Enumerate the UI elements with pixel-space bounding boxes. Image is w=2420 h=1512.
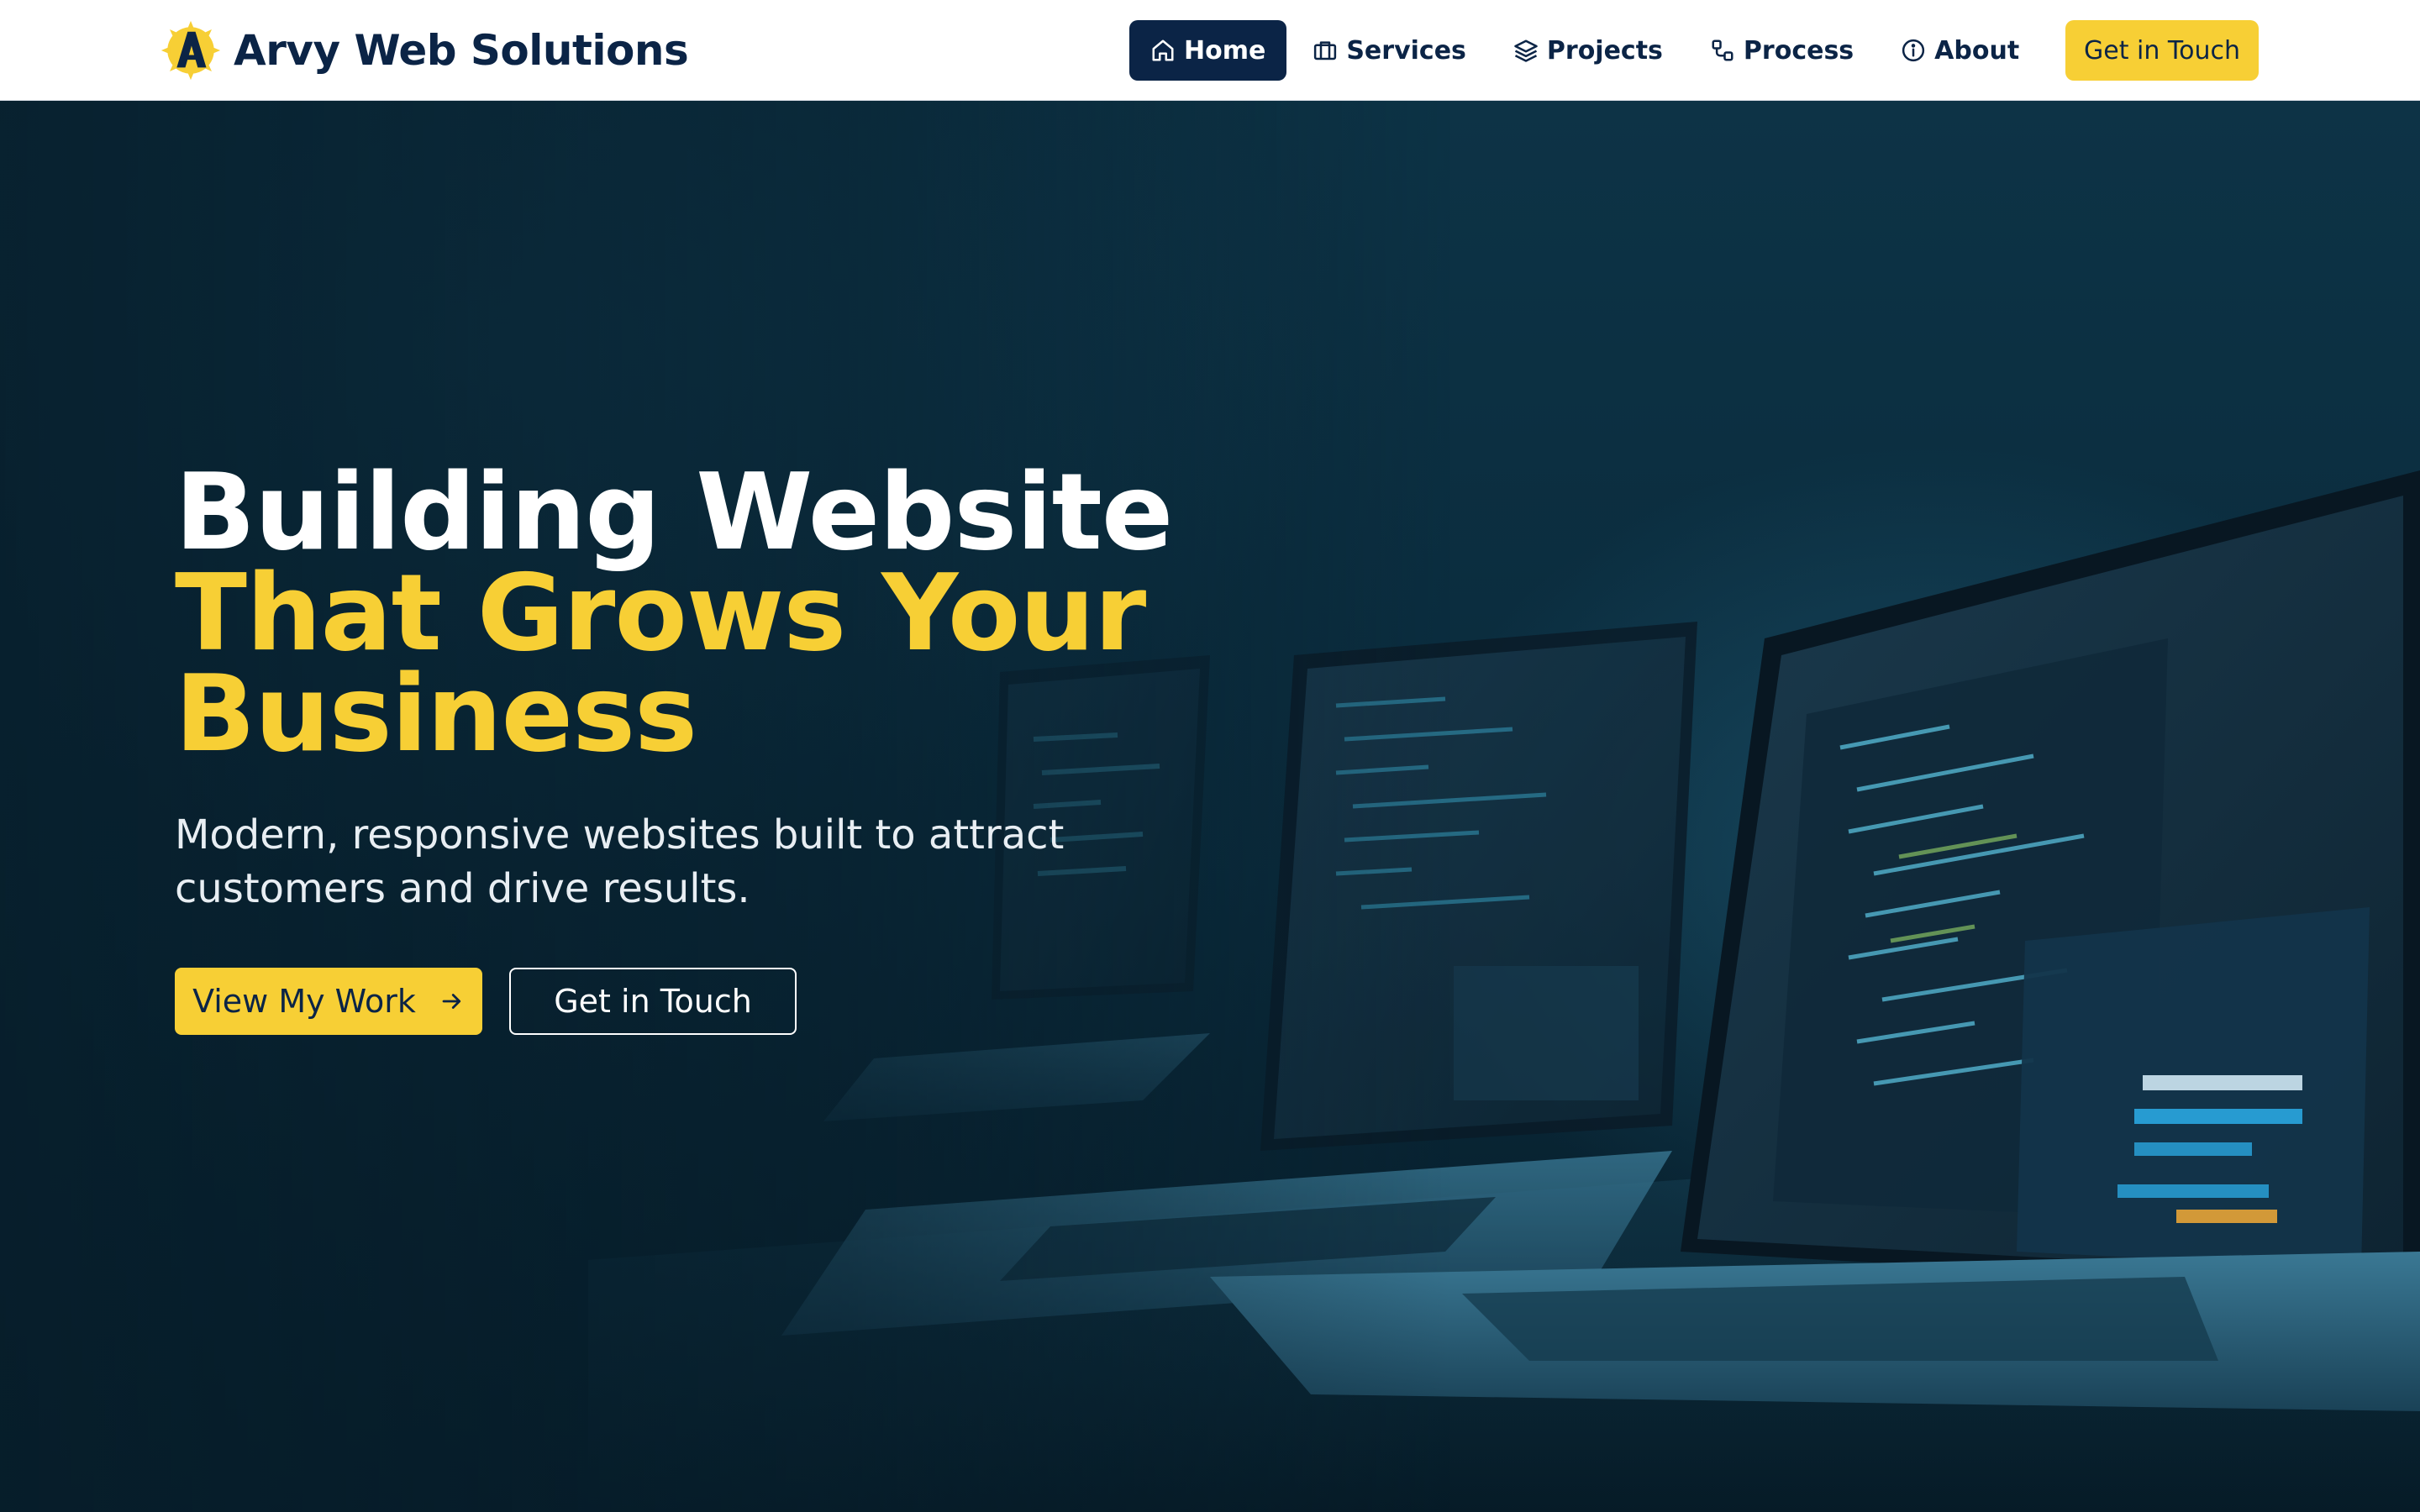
nav-item-label: Process <box>1743 35 1854 66</box>
nav-item-process[interactable]: Process <box>1689 20 1875 81</box>
nav-item-home[interactable]: Home <box>1129 20 1287 81</box>
hero-title-line-2: That Grows Your <box>175 551 1146 675</box>
hero-subtitle: Modern, responsive websites built to att… <box>175 811 1065 912</box>
view-my-work-label: View My Work <box>192 983 416 1020</box>
nav-item-projects[interactable]: Projects <box>1492 20 1684 81</box>
arrow-right-icon <box>442 994 461 1009</box>
hero-section: Building Website That Grows Your Busines… <box>0 101 2420 1512</box>
view-my-work-button[interactable]: View My Work <box>175 968 482 1035</box>
hero-actions: View My Work Get in Touch <box>175 968 1267 1035</box>
nav-item-label: Projects <box>1546 35 1663 66</box>
nav-item-services[interactable]: Services <box>1292 20 1487 81</box>
hero-title-line-1: Building Website <box>175 450 1173 574</box>
nav-item-about[interactable]: About <box>1880 20 2040 81</box>
layers-icon <box>1514 39 1538 62</box>
get-in-touch-nav-button[interactable]: Get in Touch <box>2065 20 2259 81</box>
hero-title-line-3: Business <box>175 652 697 775</box>
brand-name: Arvy Web Solutions <box>234 26 689 75</box>
get-in-touch-hero-button[interactable]: Get in Touch <box>509 968 797 1035</box>
hero-content: Building Website That Grows Your Busines… <box>175 450 1267 1035</box>
arvy-logo-icon <box>160 20 221 81</box>
nav-item-label: Services <box>1346 35 1466 66</box>
home-icon <box>1152 39 1174 61</box>
brand-home-link[interactable]: Arvy Web Solutions <box>160 18 689 82</box>
briefcase-icon <box>1314 41 1337 60</box>
nav-item-label: Home <box>1184 35 1266 66</box>
top-navbar: Arvy Web Solutions Home Services Project… <box>0 0 2420 101</box>
info-icon <box>1902 39 1925 62</box>
workflow-icon <box>1712 39 1733 61</box>
nav-item-label: About <box>1934 35 2020 66</box>
hero-title: Building Website That Grows Your Busines… <box>175 450 1267 775</box>
main-nav: Home Services Projects Process About <box>1129 20 2040 81</box>
